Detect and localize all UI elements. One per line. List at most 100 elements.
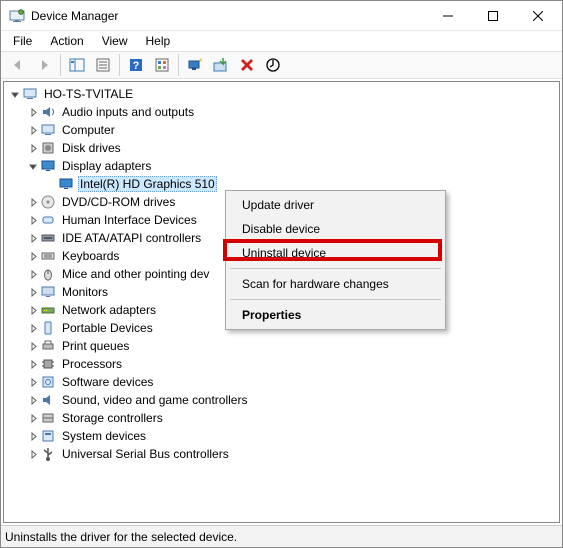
category-label: Mice and other pointing dev [60, 266, 211, 282]
chevron-right-icon[interactable] [26, 213, 40, 227]
context-menu: Update driverDisable deviceUninstall dev… [225, 190, 446, 330]
context-menu-item[interactable]: Update driver [228, 193, 443, 217]
chevron-right-icon[interactable] [26, 123, 40, 137]
minimize-button[interactable] [425, 1, 470, 30]
category-label: System devices [60, 428, 148, 444]
tree-category[interactable]: Audio inputs and outputs [8, 103, 559, 121]
category-label: Monitors [60, 284, 110, 300]
ide-icon [40, 230, 56, 246]
chevron-right-icon[interactable] [26, 411, 40, 425]
sound-icon [40, 392, 56, 408]
software-icon [40, 374, 56, 390]
scan-hardware-button[interactable] [183, 53, 207, 77]
tree-category[interactable]: System devices [8, 427, 559, 445]
device-label: Intel(R) HD Graphics 510 [78, 176, 217, 192]
chevron-right-icon[interactable] [26, 321, 40, 335]
category-label: Portable Devices [60, 320, 155, 336]
uninstall-button[interactable] [235, 53, 259, 77]
chevron-right-icon[interactable] [26, 303, 40, 317]
chevron-right-icon[interactable] [26, 141, 40, 155]
category-label: Storage controllers [60, 410, 165, 426]
category-label: Network adapters [60, 302, 158, 318]
category-label: Software devices [60, 374, 155, 390]
hid-icon [40, 212, 56, 228]
properties-button[interactable] [91, 53, 115, 77]
disk-icon [40, 140, 56, 156]
forward-button[interactable] [32, 53, 56, 77]
help-button[interactable]: ? [124, 53, 148, 77]
chevron-right-icon[interactable] [26, 357, 40, 371]
system-icon [40, 428, 56, 444]
toolbar: ? [1, 51, 562, 79]
category-label: DVD/CD-ROM drives [60, 194, 177, 210]
menu-view[interactable]: View [94, 32, 136, 50]
svg-text:?: ? [133, 60, 140, 72]
cpu-icon [40, 356, 56, 372]
chevron-right-icon[interactable] [26, 447, 40, 461]
context-menu-separator [230, 299, 441, 300]
computer-icon [40, 122, 56, 138]
category-label: Universal Serial Bus controllers [60, 446, 231, 462]
keyboard-icon [40, 248, 56, 264]
tree-category[interactable]: Universal Serial Bus controllers [8, 445, 559, 463]
category-label: Sound, video and game controllers [60, 392, 249, 408]
tree-category[interactable]: Storage controllers [8, 409, 559, 427]
category-label: Print queues [60, 338, 131, 354]
menu-help[interactable]: Help [138, 32, 179, 50]
chevron-right-icon[interactable] [26, 375, 40, 389]
chevron-right-icon[interactable] [26, 285, 40, 299]
display-icon [40, 158, 56, 174]
category-label: Processors [60, 356, 124, 372]
toolbar-separator [60, 54, 61, 76]
monitor-icon [40, 284, 56, 300]
category-label: Human Interface Devices [60, 212, 199, 228]
toolbar-separator [178, 54, 179, 76]
tree-category[interactable]: Processors [8, 355, 559, 373]
chevron-right-icon[interactable] [26, 429, 40, 443]
category-label: Keyboards [60, 248, 121, 264]
category-label: Display adapters [60, 158, 153, 174]
speaker-icon [40, 104, 56, 120]
context-menu-item[interactable]: Disable device [228, 217, 443, 241]
close-button[interactable] [515, 1, 560, 30]
tree-category[interactable]: Sound, video and game controllers [8, 391, 559, 409]
status-bar: Uninstalls the driver for the selected d… [1, 525, 562, 547]
tree-category[interactable]: Print queues [8, 337, 559, 355]
storage-icon [40, 410, 56, 426]
category-label: Disk drives [60, 140, 123, 156]
context-menu-item[interactable]: Uninstall device [228, 241, 443, 265]
chevron-right-icon[interactable] [26, 249, 40, 263]
back-button[interactable] [6, 53, 30, 77]
action-center-button[interactable] [150, 53, 174, 77]
chevron-right-icon[interactable] [26, 231, 40, 245]
chevron-down-icon[interactable] [26, 159, 40, 173]
show-hide-console-tree-button[interactable] [65, 53, 89, 77]
tree-category[interactable]: Display adapters [8, 157, 559, 175]
tree-root[interactable]: HO-TS-TVITALE [8, 85, 559, 103]
category-label: Audio inputs and outputs [60, 104, 196, 120]
disable-button[interactable] [261, 53, 285, 77]
category-label: Computer [60, 122, 117, 138]
chevron-right-icon[interactable] [26, 195, 40, 209]
update-driver-button[interactable] [209, 53, 233, 77]
chevron-down-icon[interactable] [8, 87, 22, 101]
tree-category[interactable]: Software devices [8, 373, 559, 391]
menu-file[interactable]: File [5, 32, 40, 50]
chevron-right-icon[interactable] [26, 393, 40, 407]
tree-category[interactable]: Computer [8, 121, 559, 139]
menu-bar: File Action View Help [1, 31, 562, 51]
context-menu-item[interactable]: Properties [228, 303, 443, 327]
root-label: HO-TS-TVITALE [42, 86, 135, 102]
chevron-right-icon[interactable] [26, 267, 40, 281]
category-label: IDE ATA/ATAPI controllers [60, 230, 203, 246]
context-menu-item[interactable]: Scan for hardware changes [228, 272, 443, 296]
chevron-right-icon[interactable] [26, 339, 40, 353]
tree-category[interactable]: Disk drives [8, 139, 559, 157]
chevron-right-icon[interactable] [26, 105, 40, 119]
computer-icon [22, 86, 38, 102]
window-title: Device Manager [31, 9, 425, 23]
network-icon [40, 302, 56, 318]
printer-icon [40, 338, 56, 354]
menu-action[interactable]: Action [42, 32, 91, 50]
maximize-button[interactable] [470, 1, 515, 30]
